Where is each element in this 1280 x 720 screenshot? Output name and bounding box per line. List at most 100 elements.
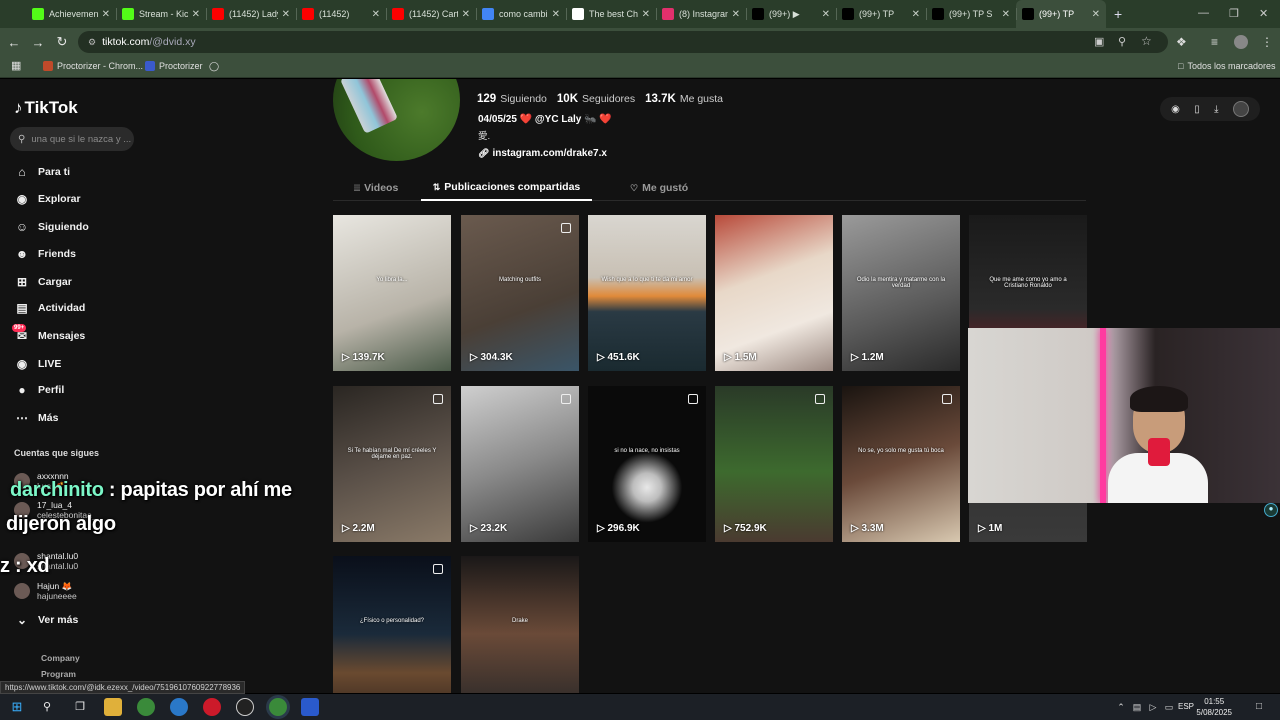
tab-publicaciones-compartidas[interactable]: ⇅ Publicaciones compartidas: [421, 175, 592, 201]
see-more-button[interactable]: ⌄ Ver más: [14, 610, 78, 630]
video-tile[interactable]: No se, yo solo me gusta tú boca ▷ 3.3M: [842, 386, 960, 542]
video-tile[interactable]: Matching outfits ▷ 304.3K: [461, 215, 579, 371]
tab-close-icon[interactable]: ✕: [1002, 9, 1010, 20]
address-bar[interactable]: ⚙ tiktok.com/@dvid.xy ▣ ⚲ ☆: [78, 31, 1168, 53]
chat-bubble-icon[interactable]: ●: [1264, 503, 1278, 517]
video-tile[interactable]: Drake: [461, 556, 579, 693]
sidebar-item-cargar[interactable]: ⊞ Cargar: [14, 272, 72, 292]
profile-avatar-icon[interactable]: [1234, 35, 1248, 49]
browser-tab[interactable]: (11452) Lady ✕: [206, 0, 296, 28]
tab-close-icon[interactable]: ✕: [282, 9, 290, 20]
tab-close-icon[interactable]: ✕: [732, 9, 740, 20]
video-tile[interactable]: Yo libra la... ▷ 139.7K: [333, 215, 451, 371]
reload-icon[interactable]: ↻: [50, 34, 74, 50]
browser-tab[interactable]: (8) Instagram ✕: [656, 0, 746, 28]
tab-close-icon[interactable]: ✕: [462, 9, 470, 20]
browser-tab[interactable]: (11452) ✕: [296, 0, 386, 28]
extensions-icon[interactable]: ❖: [1176, 35, 1187, 49]
video-tile[interactable]: Si Te habían mal De mí créeles Y déjame …: [333, 386, 451, 542]
compass-icon[interactable]: ◉: [1171, 104, 1180, 115]
obs-icon[interactable]: [236, 698, 254, 716]
file-explorer-icon[interactable]: [104, 698, 122, 716]
search-input[interactable]: ⚲ una que si le nazca y ...: [10, 127, 134, 151]
restore-icon[interactable]: ❐: [1229, 7, 1239, 20]
task-view-icon[interactable]: ❐: [71, 698, 89, 716]
phone-icon[interactable]: ▯: [1194, 104, 1200, 115]
browser-tab[interactable]: (11452) Cart ✕: [386, 0, 476, 28]
apps-grid-icon[interactable]: ▦: [11, 59, 21, 72]
tiktok-logo[interactable]: ♪ TikTok: [14, 98, 78, 118]
video-tile[interactable]: Odio la mentira y matarme con la verdad ▷…: [842, 215, 960, 371]
footer-link-program[interactable]: Program: [41, 669, 76, 679]
profile-link[interactable]: 🔗︎ instagram.com/drake7.x: [478, 148, 607, 159]
video-tile[interactable]: ▷ 23.2K: [461, 386, 579, 542]
tray-battery-icon[interactable]: ▭: [1160, 698, 1178, 716]
user-avatar[interactable]: [1232, 101, 1249, 117]
following-account[interactable]: Hajun 🦊 hajuneeee: [14, 581, 77, 601]
download-icon[interactable]: ⤓: [1214, 104, 1218, 115]
sidebar-item-siguiendo[interactable]: ☺ Siguiendo: [14, 217, 89, 237]
cast-icon[interactable]: ▣: [1094, 35, 1104, 48]
close-window-icon[interactable]: ✕: [1259, 7, 1268, 20]
browser-tab[interactable]: como cambi ✕: [476, 0, 566, 28]
browser-tab[interactable]: (99+) TP ✕: [1016, 0, 1106, 28]
tab-videos[interactable]: ⦙⦙⦙ Videos: [354, 175, 398, 201]
tab-close-icon[interactable]: ✕: [192, 9, 200, 20]
tab-close-icon[interactable]: ✕: [912, 9, 920, 20]
chrome-active-icon[interactable]: [269, 698, 287, 716]
tab-close-icon[interactable]: ✕: [552, 9, 560, 20]
bookmark-proctorizer[interactable]: Proctorizer: [145, 61, 203, 71]
sidebar-item-más[interactable]: ⋯ Más: [14, 408, 58, 428]
sidebar-item-explorar[interactable]: ◉ Explorar: [14, 189, 81, 209]
minimize-icon[interactable]: —: [1198, 7, 1209, 19]
tab-close-icon[interactable]: ✕: [102, 9, 110, 20]
browser-tab[interactable]: (99+) TP ✕: [836, 0, 926, 28]
edge-icon[interactable]: [170, 698, 188, 716]
video-tile[interactable]: ¿Físico o personalidad?: [333, 556, 451, 693]
back-icon[interactable]: ←: [2, 35, 26, 50]
chrome-icon[interactable]: [137, 698, 155, 716]
footer-link-company[interactable]: Company: [41, 653, 80, 663]
video-tile[interactable]: ▷ 1.5M: [715, 215, 833, 371]
play-icon: ▷: [851, 352, 859, 363]
video-tile[interactable]: Wish que a lo que ti te da mi amor ▷ 451.…: [588, 215, 706, 371]
video-tile[interactable]: si no la nace, no insistas ▷ 296.9K: [588, 386, 706, 542]
sidebar-item-actividad[interactable]: ▤ Actividad: [14, 298, 85, 318]
browser-tab[interactable]: (99+) TP S ✕: [926, 0, 1016, 28]
tab-close-icon[interactable]: ✕: [1092, 9, 1100, 20]
followers-count[interactable]: 10K: [557, 93, 578, 105]
site-info-icon[interactable]: ⚙: [88, 37, 96, 48]
clock[interactable]: 01:55 5/08/2025: [1196, 696, 1232, 718]
reading-list-icon[interactable]: ≡: [1211, 35, 1218, 49]
tab-close-icon[interactable]: ✕: [822, 9, 830, 20]
windows-start-icon[interactable]: ⊞: [8, 698, 26, 716]
all-bookmarks-folder[interactable]: □ Todos los marcadores: [1178, 61, 1275, 71]
browser-tab[interactable]: Stream - Kick ✕: [116, 0, 206, 28]
notifications-icon[interactable]: □: [1250, 698, 1268, 716]
opera-icon[interactable]: [203, 698, 221, 716]
new-tab-button[interactable]: +: [1114, 6, 1122, 22]
app-icon[interactable]: [301, 698, 319, 716]
tab-close-icon[interactable]: ✕: [372, 9, 380, 20]
tab-label: (11452) Lady: [229, 9, 278, 19]
zoom-icon[interactable]: ⚲: [1118, 35, 1126, 48]
sidebar-item-friends[interactable]: ☻ Friends: [14, 244, 76, 264]
forward-icon[interactable]: →: [26, 35, 50, 50]
sidebar-item-para-ti[interactable]: ⌂ Para ti: [14, 162, 70, 182]
menu-icon[interactable]: ⋮: [1261, 35, 1273, 49]
bookmark-proctorizer-chrome[interactable]: Proctorizer - Chrom...: [43, 61, 143, 71]
tab-close-icon[interactable]: ✕: [642, 9, 650, 20]
search-icon[interactable]: ⚲: [38, 698, 56, 716]
browser-tab[interactable]: Achievements ✕: [26, 0, 116, 28]
sidebar-item-perfil[interactable]: ● Perfil: [14, 380, 64, 400]
sidebar-item-live[interactable]: ◉ LIVE: [14, 354, 62, 374]
tab-me-gustó[interactable]: ♡ Me gustó: [630, 175, 688, 201]
language-indicator[interactable]: ESP: [1178, 702, 1194, 711]
browser-tab[interactable]: (99+) ▶ ✕: [746, 0, 836, 28]
bookmark-globe-icon[interactable]: ◯: [209, 61, 219, 72]
sidebar-item-mensajes[interactable]: ✉ 99+ Mensajes: [12, 324, 85, 346]
browser-tab[interactable]: The best Ch ✕: [566, 0, 656, 28]
bookmark-star-icon[interactable]: ☆: [1141, 34, 1152, 48]
video-tile[interactable]: ▷ 752.9K: [715, 386, 833, 542]
following-count[interactable]: 129: [477, 93, 496, 105]
